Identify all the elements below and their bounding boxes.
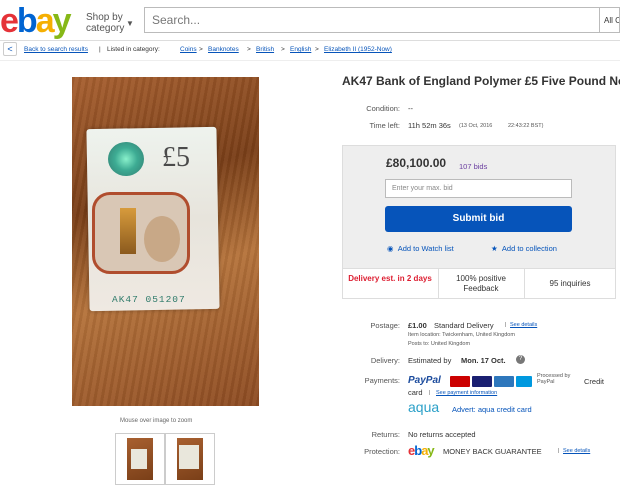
hologram-icon [108,142,144,176]
returns-value: No returns accepted [408,430,476,439]
condition-label: Condition: [366,104,400,113]
posts-to: Posts to: United Kingdom [408,341,471,347]
serial-number: AK47 051207 [112,294,186,305]
credit-card-text-2: card [408,388,423,397]
payments-label: Payments: [364,376,400,385]
zoom-hint: Mouse over image to zoom [120,418,193,424]
back-to-search-link[interactable]: Back to search results [24,46,88,53]
time-left-time: 22:43:22 BST) [508,123,544,129]
returns-label: Returns: [371,430,400,439]
ebay-small-logo: ebay [408,443,435,458]
delivery-estimated: Estimated by [408,356,452,365]
money-back-guarantee: MONEY BACK GUARANTEE [443,447,542,456]
breadcrumb-english[interactable]: English [290,46,311,53]
postage-price: £1.00 [408,321,427,330]
listed-in-label: Listed in category: [107,46,160,53]
postage-label: Postage: [370,321,400,330]
postage-details-link[interactable]: See details [510,322,537,328]
header-divider [0,40,620,41]
breadcrumb-sep: > [247,46,251,53]
aqua-logo: aqua [408,399,440,415]
star-icon: ★ [491,244,498,253]
delivery-label: Delivery: [370,356,400,365]
protection-details-link[interactable]: See details [563,448,590,454]
chevron-down-icon: ▼ [126,19,134,28]
breadcrumb-divider: | [99,46,101,53]
condition-value: -- [408,104,413,113]
time-left-label: Time left: [369,121,400,130]
payment-info-link[interactable]: See payment information [436,390,497,396]
delivery-estimate: Delivery est. in 2 days [348,274,432,283]
delivery-date: Mon. 17 Oct. [461,356,506,365]
add-to-collection-link[interactable]: ★ Add to collection [491,244,557,253]
inquiries-stat: 95 inquiries [549,279,591,288]
thumbnail-2[interactable] [165,433,215,485]
breadcrumb-sep: > [199,46,203,53]
category-select[interactable]: All C [596,7,620,33]
shop-by-label: Shop by [86,12,123,23]
submit-bid-button[interactable]: Submit bid [385,206,572,232]
current-price: £80,100.00 [386,156,447,170]
bid-placeholder: Enter your max. bid [392,185,453,192]
aqua-advert-link[interactable]: Advert: aqua credit card [452,405,532,414]
breadcrumb-banknotes[interactable]: Banknotes [208,46,239,53]
search-input[interactable]: Search... [144,7,600,33]
postage-service: Standard Delivery [434,321,494,330]
time-left-date: (13 Oct, 2016 [459,123,493,129]
tower-icon [120,208,136,254]
max-bid-input[interactable]: Enter your max. bid [385,179,572,198]
help-icon[interactable]: ? [516,355,525,364]
back-arrow-icon[interactable]: < [3,42,17,56]
time-left-value: 11h 52m 36s [408,121,451,130]
breadcrumb-sep: > [315,46,319,53]
search-placeholder: Search... [152,13,201,27]
ebay-logo[interactable]: ebay [0,2,72,40]
shop-by-category-button[interactable]: Shop by category ▼ [86,12,134,34]
category-label: category [86,23,125,34]
denomination-text: £5 [162,142,190,173]
breadcrumb-british[interactable]: British [256,46,274,53]
protection-label: Protection: [364,447,400,456]
bid-count-link[interactable]: 107 bids [459,162,487,171]
listing-title: AK47 Bank of England Polymer £5 Five Pou… [342,74,620,88]
breadcrumb-divider-line [0,60,620,61]
breadcrumb-sep: > [281,46,285,53]
thumbnail-1[interactable] [115,433,165,485]
feedback-stat[interactable]: 100% positive Feedback [441,269,521,299]
credit-card-text-1: Credit [583,377,604,386]
queen-portrait [144,216,180,262]
eye-icon: ◉ [387,244,394,253]
item-location: Item location: Twickenham, United Kingdo… [408,332,515,338]
breadcrumb-elizabeth[interactable]: Elizabeth II (1952-Now) [324,46,392,53]
breadcrumb-coins[interactable]: Coins [180,46,197,53]
add-to-watchlist-link[interactable]: ◉ Add to Watch list [387,244,454,253]
